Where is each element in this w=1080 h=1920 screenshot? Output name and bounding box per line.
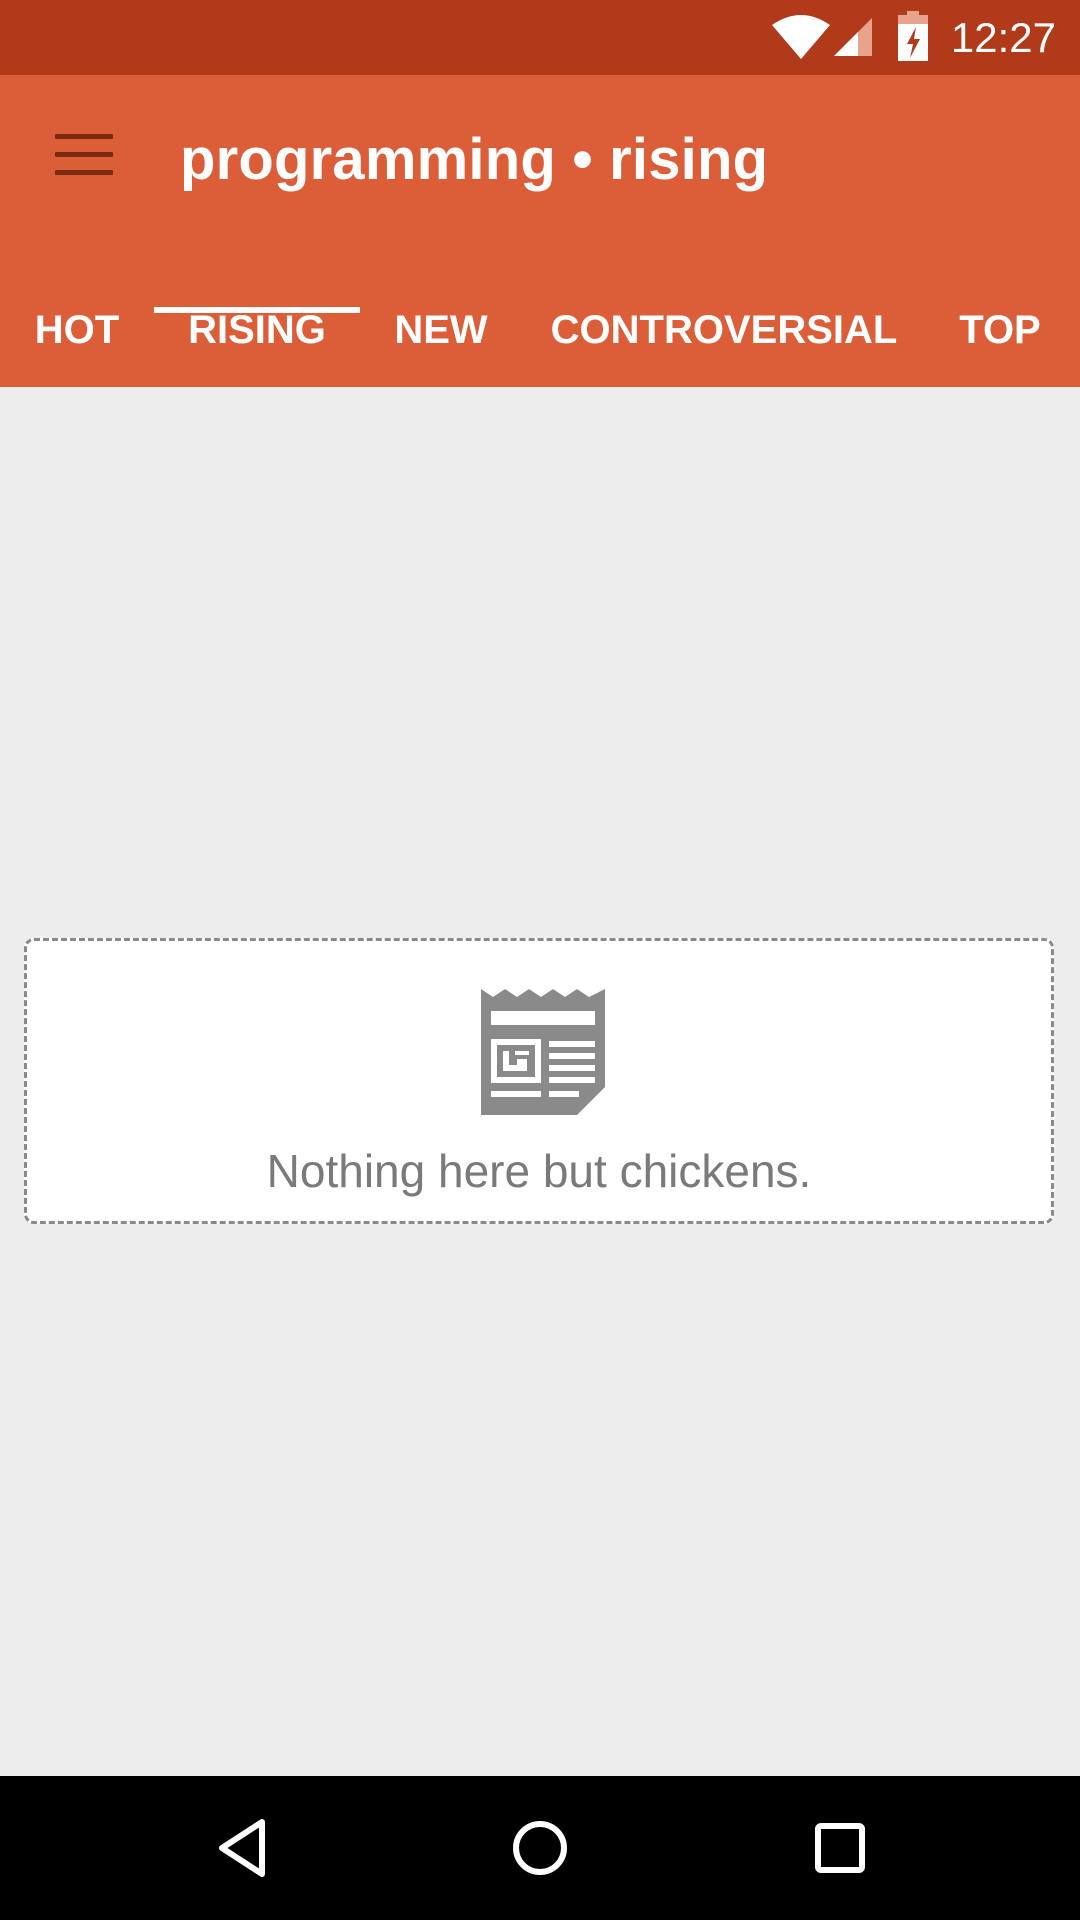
page-title: programming • rising <box>180 127 769 192</box>
tab-label: RISING <box>188 307 326 352</box>
system-nav-bar <box>0 1776 1080 1920</box>
sort-tabs: HOT RISING NEW CONTROVERSIAL TOP <box>0 273 1080 387</box>
home-icon <box>513 1821 567 1875</box>
app-bar: programming • rising HOT RISING NEW CONT… <box>0 75 1080 387</box>
wifi-icon <box>772 15 830 59</box>
tab-hot[interactable]: HOT <box>12 273 142 387</box>
tab-label: TOP <box>959 307 1041 352</box>
active-tab-indicator <box>154 307 360 313</box>
menu-icon <box>55 134 113 176</box>
empty-state-card: Nothing here but chickens. <box>24 938 1054 1224</box>
tab-label: CONTROVERSIAL <box>550 307 898 352</box>
menu-button[interactable] <box>40 115 128 195</box>
home-button[interactable] <box>500 1812 580 1884</box>
tab-top[interactable]: TOP <box>940 273 1060 387</box>
tab-controversial[interactable]: CONTROVERSIAL <box>540 273 908 387</box>
tab-new[interactable]: NEW <box>372 273 510 387</box>
back-icon <box>219 1819 265 1877</box>
signal-icon <box>834 18 872 56</box>
tab-rising[interactable]: RISING <box>154 273 360 387</box>
recents-icon <box>815 1823 865 1873</box>
battery-charging-icon <box>898 11 928 61</box>
empty-state-message: Nothing here but chickens. <box>266 1145 812 1197</box>
tab-label: HOT <box>34 307 120 352</box>
newspaper-icon <box>481 989 605 1115</box>
back-button[interactable] <box>202 1812 282 1884</box>
recents-button[interactable] <box>800 1812 880 1884</box>
status-time: 12:27 <box>950 14 1056 61</box>
tab-label: NEW <box>394 307 488 352</box>
screen: 12:27 programming • rising HOT RISING NE… <box>0 0 1080 1920</box>
status-bar: 12:27 <box>0 0 1080 75</box>
